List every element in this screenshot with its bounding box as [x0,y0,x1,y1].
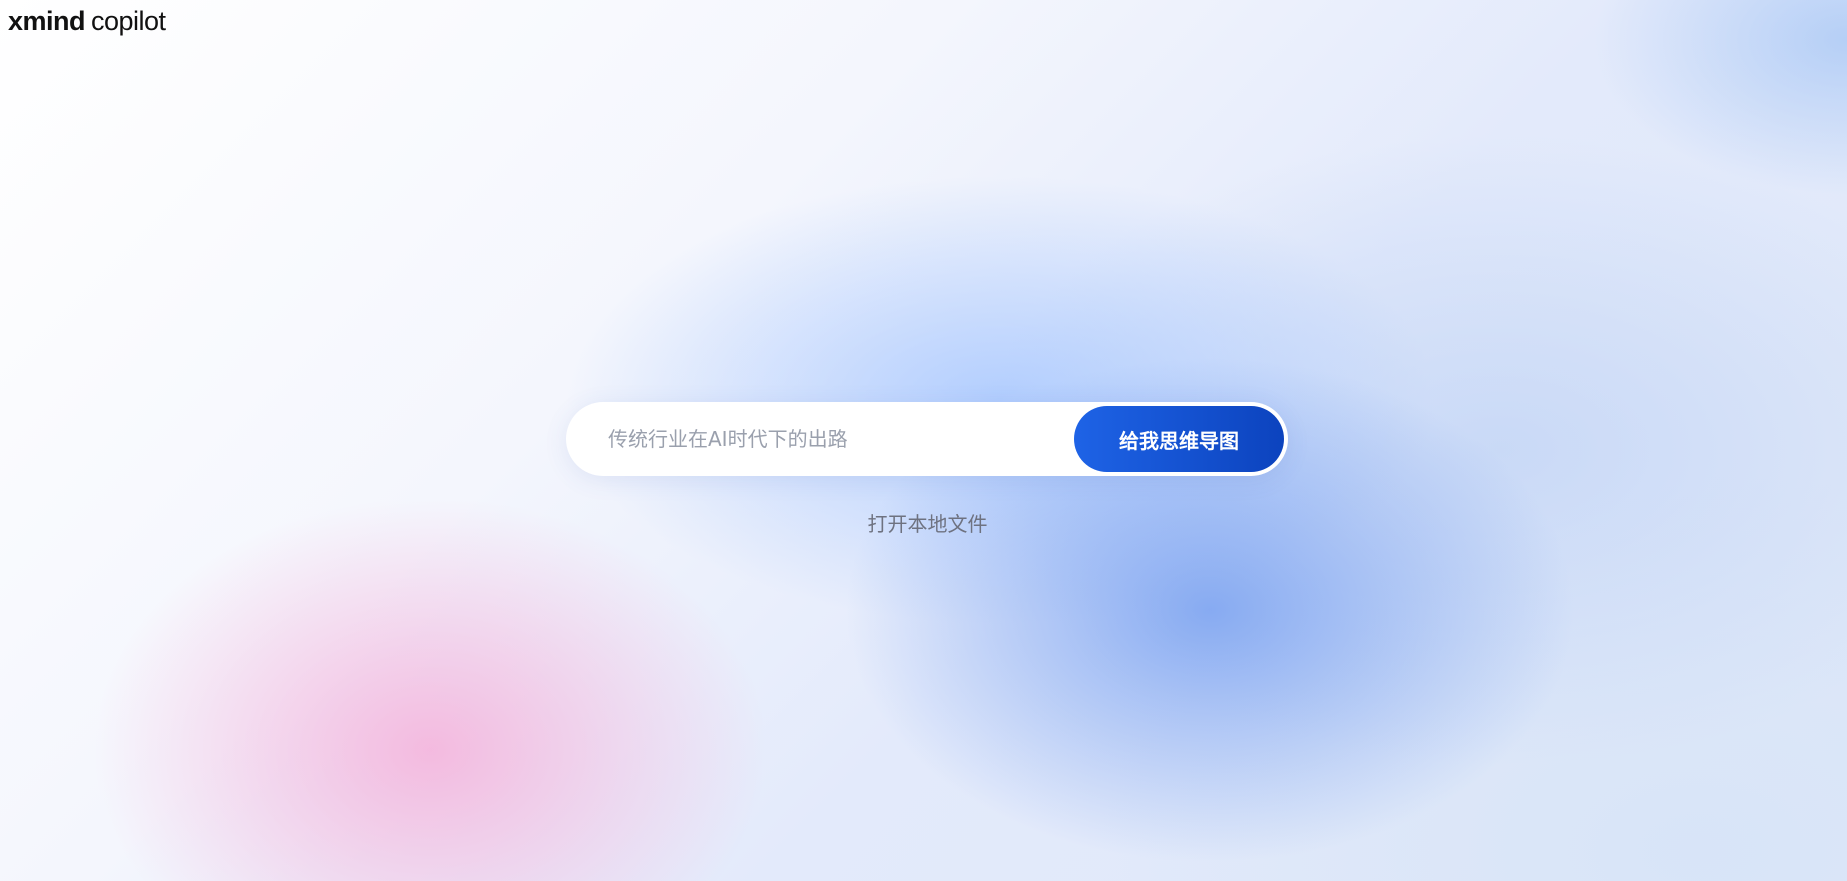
prompt-input[interactable] [606,418,1074,460]
open-local-file-container: 打开本地文件 [0,508,1847,537]
open-local-file-link[interactable]: 打开本地文件 [868,512,988,536]
logo-brand: xmind [8,6,86,36]
prompt-bar: 给我思维导图 [566,402,1288,476]
app-logo[interactable]: xmind copilot [8,6,166,37]
generate-mindmap-button[interactable]: 给我思维导图 [1074,406,1284,472]
logo-product: copilot [91,6,166,36]
